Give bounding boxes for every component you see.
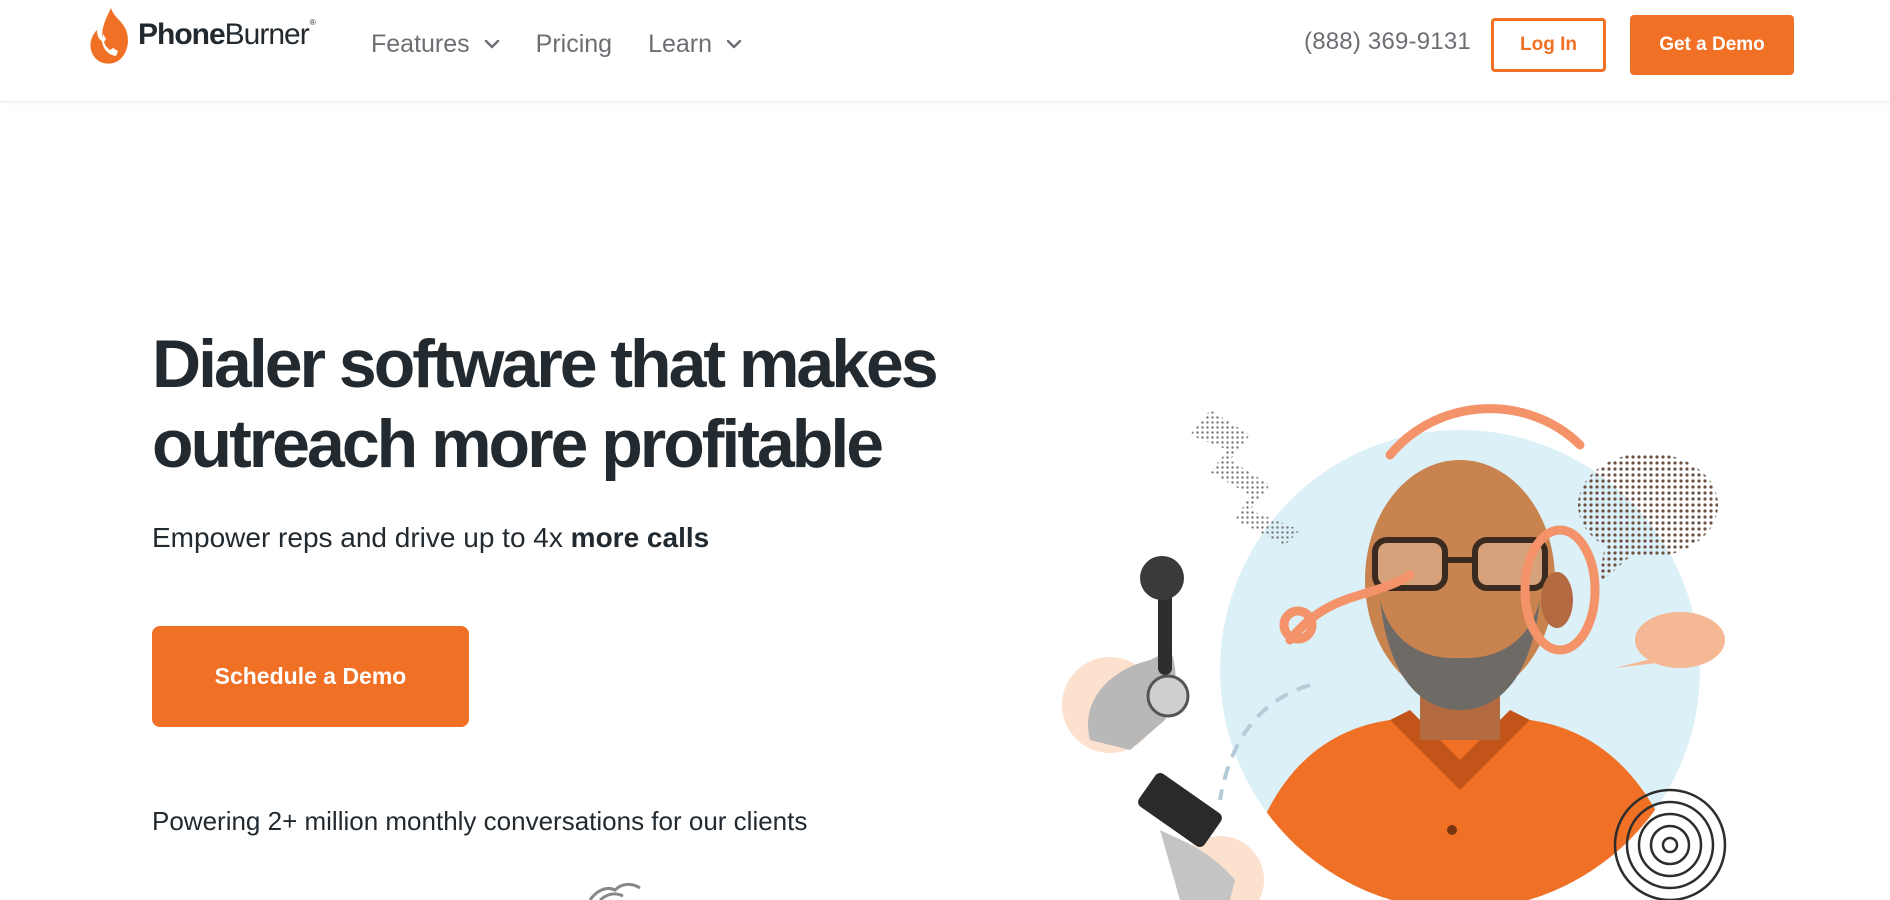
nav-item-features[interactable]: Features	[371, 30, 500, 59]
phone-number-link[interactable]: (888) 369-9131	[1304, 28, 1471, 56]
main-nav: Features Pricing Learn	[371, 24, 778, 64]
nav-item-label: Features	[371, 29, 470, 58]
logo-wordmark: PhoneBurner®	[138, 18, 316, 52]
flame-phone-icon	[90, 8, 128, 64]
hero-illustration	[1062, 404, 1727, 900]
client-logo-partial	[588, 882, 641, 900]
smartphone-icon	[1138, 773, 1264, 900]
social-proof-text: Powering 2+ million monthly conversation…	[152, 806, 808, 836]
concentric-circles	[1613, 788, 1727, 900]
phoneburner-logo[interactable]: PhoneBurner®	[88, 4, 316, 66]
hero-title-line2: outreach more profitable	[152, 406, 884, 482]
nav-item-pricing[interactable]: Pricing	[536, 30, 612, 59]
hero-subtitle-prefix: Empower reps and drive up to 4x	[152, 522, 571, 553]
logo-trademark: ®	[309, 18, 316, 27]
zigzag-pattern	[1190, 410, 1300, 545]
nav-item-label: Pricing	[535, 29, 613, 58]
hero-subtitle: Empower reps and drive up to 4x more cal…	[152, 522, 709, 554]
site-header: PhoneBurner® Features Pricing Learn (888…	[0, 0, 1890, 102]
get-demo-button[interactable]: Get a Demo	[1630, 15, 1794, 75]
schedule-demo-button[interactable]: Schedule a Demo	[152, 626, 469, 727]
nav-item-label: Learn	[648, 29, 713, 58]
login-button[interactable]: Log In	[1491, 18, 1606, 72]
logo-word-bold: Phone	[138, 18, 226, 51]
nav-item-learn[interactable]: Learn	[648, 30, 742, 59]
hero-title: Dialer software that makes outreach more…	[152, 324, 972, 484]
chevron-down-icon	[726, 39, 742, 49]
hero-title-line1: Dialer software that makes	[152, 326, 939, 402]
hero-subtitle-emphasis: more calls	[570, 522, 710, 553]
logo-word-light: Burner	[224, 18, 310, 51]
chevron-down-icon	[484, 39, 499, 49]
telephone-handset-icon	[1062, 556, 1190, 753]
